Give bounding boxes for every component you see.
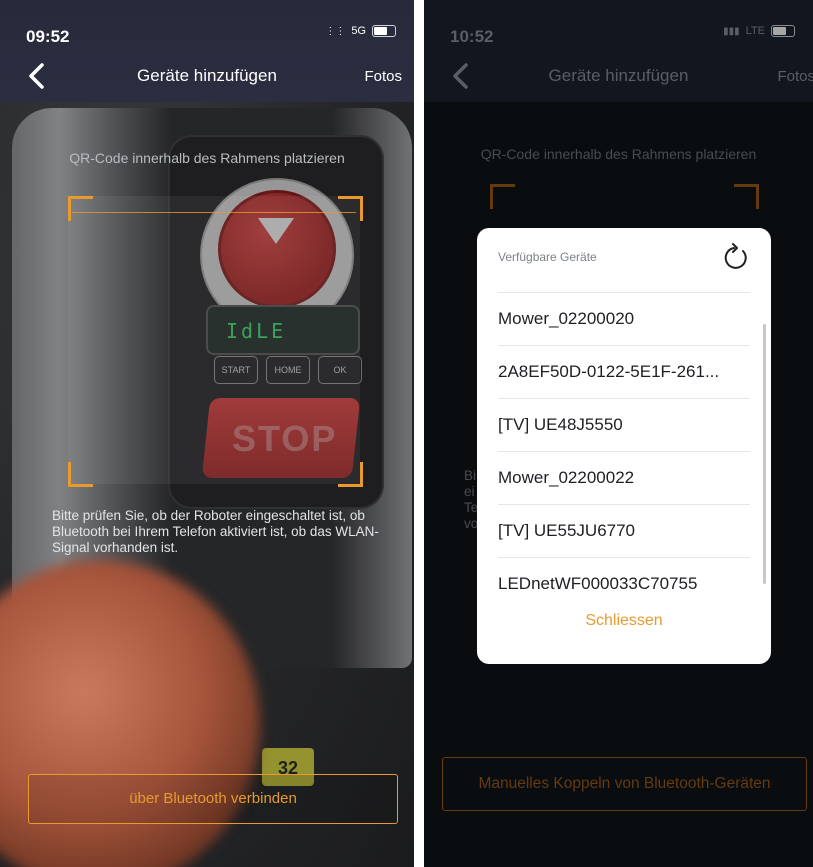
status-bar: 09:52 ⋮⋮ 5G — [0, 0, 414, 52]
device-list: Mower_02200020 2A8EF50D-0122-5E1F-261...… — [498, 292, 750, 610]
available-devices-dialog: Verfügbare Geräte Mower_02200020 2A8EF50… — [477, 228, 771, 664]
photos-button[interactable]: Fotos — [364, 68, 402, 85]
status-time: 09:52 — [26, 27, 70, 46]
connect-bluetooth-button[interactable]: über Bluetooth verbinden — [28, 774, 398, 824]
network-label: 5G — [351, 25, 366, 37]
page-title: Geräte hinzufügen — [137, 66, 277, 85]
frame-corner-top-right — [338, 196, 363, 221]
frame-corner-bottom-right — [338, 462, 363, 487]
device-item[interactable]: Mower_02200022 — [498, 451, 750, 504]
device-item[interactable]: LEDnetWF000033C70755 — [498, 557, 750, 610]
device-item[interactable]: 2A8EF50D-0122-5E1F-261... — [498, 345, 750, 398]
close-dialog-button[interactable]: Schliessen — [477, 612, 771, 630]
signal-icon: ⋮⋮ — [325, 25, 346, 37]
connection-info-text: Bitte prüfen Sie, ob der Roboter eingesc… — [52, 508, 379, 555]
right-screen: 10:52 ▮▮▮ LTE Geräte hinzufügen Fotos QR… — [424, 0, 813, 867]
frame-corner-top-left — [68, 196, 93, 221]
scan-hint: QR-Code innerhalb des Rahmens platzieren — [69, 150, 345, 166]
scan-line — [72, 212, 356, 213]
device-item[interactable]: [TV] UE48J5550 — [498, 398, 750, 451]
device-item[interactable]: Mower_02200020 — [498, 292, 750, 345]
nav-bar: Geräte hinzufügen Fotos — [0, 52, 414, 102]
list-scrollbar[interactable] — [763, 324, 766, 584]
refresh-icon[interactable] — [721, 242, 751, 272]
device-item[interactable]: [TV] UE55JU6770 — [498, 504, 750, 557]
frame-corner-bottom-left — [68, 462, 93, 487]
left-screen: IdLE START HOME OK STOP 32 09:52 ⋮⋮ 5G G… — [0, 0, 414, 867]
dialog-title: Verfügbare Geräte — [498, 250, 597, 264]
battery-icon — [372, 25, 396, 37]
scan-frame-window — [68, 196, 360, 484]
status-icons: ⋮⋮ 5G — [325, 25, 396, 37]
screen-divider — [414, 0, 424, 867]
